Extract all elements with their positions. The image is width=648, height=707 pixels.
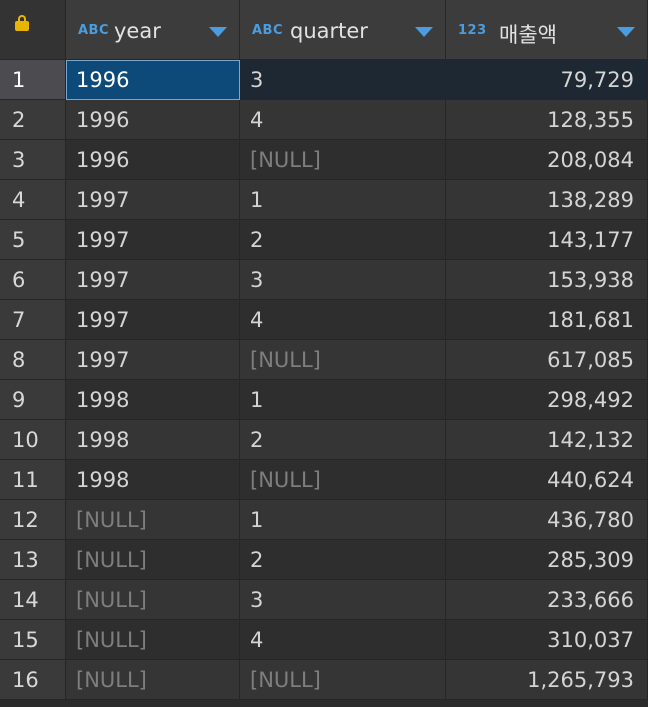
table-row[interactable]: 16 [NULL] [NULL] 1,265,793 [0,660,648,700]
result-grid: ABC year ABC quarter 123 매출액 1 1996 3 79,72… [0,0,648,707]
cell-sales[interactable]: 181,681 [446,300,648,340]
chevron-down-icon[interactable] [209,27,227,37]
cell-sales[interactable]: 153,938 [446,260,648,300]
row-number[interactable]: 14 [0,580,66,620]
cell-year[interactable]: [NULL] [66,620,240,660]
chevron-down-icon[interactable] [617,27,635,37]
cell-year[interactable]: 1996 [66,140,240,180]
number-type-icon: 123 [458,23,487,38]
column-label-sales: 매출액 [499,23,557,47]
grid-header: ABC year ABC quarter 123 매출액 [0,0,648,60]
cell-year[interactable]: 1997 [66,260,240,300]
row-number[interactable]: 16 [0,660,66,700]
cell-quarter[interactable]: 3 [240,580,446,620]
cell-year[interactable]: [NULL] [66,500,240,540]
table-row[interactable]: 5 1997 2 143,177 [0,220,648,260]
row-number[interactable]: 3 [0,140,66,180]
row-number[interactable]: 2 [0,100,66,140]
table-row[interactable]: 13 [NULL] 2 285,309 [0,540,648,580]
row-number[interactable]: 9 [0,380,66,420]
table-row[interactable]: 8 1997 [NULL] 617,085 [0,340,648,380]
cell-year[interactable]: 1997 [66,300,240,340]
cell-sales[interactable]: 138,289 [446,180,648,220]
cell-year[interactable]: 1998 [66,460,240,500]
table-row[interactable]: 3 1996 [NULL] 208,084 [0,140,648,180]
cell-sales[interactable]: 310,037 [446,620,648,660]
text-type-icon: ABC [252,23,284,38]
cell-sales[interactable]: 285,309 [446,540,648,580]
cell-quarter[interactable]: 1 [240,180,446,220]
cell-quarter[interactable]: 1 [240,380,446,420]
cell-year[interactable]: [NULL] [66,580,240,620]
cell-year[interactable]: 1996 [66,100,240,140]
cell-sales[interactable]: 143,177 [446,220,648,260]
table-row[interactable]: 7 1997 4 181,681 [0,300,648,340]
row-number[interactable]: 7 [0,300,66,340]
column-label-year: year [114,19,161,43]
cell-quarter[interactable]: [NULL] [240,340,446,380]
cell-sales[interactable]: 79,729 [446,60,648,100]
cell-quarter[interactable]: 2 [240,220,446,260]
table-row[interactable]: 2 1996 4 128,355 [0,100,648,140]
cell-sales[interactable]: 440,624 [446,460,648,500]
cell-quarter[interactable]: 4 [240,100,446,140]
row-number[interactable]: 12 [0,500,66,540]
row-number[interactable]: 15 [0,620,66,660]
row-number[interactable]: 6 [0,260,66,300]
cell-year[interactable]: 1997 [66,340,240,380]
select-all-corner[interactable] [0,0,66,60]
column-label-quarter: quarter [290,19,368,43]
row-number[interactable]: 13 [0,540,66,580]
cell-quarter[interactable]: 3 [240,60,446,100]
cell-sales[interactable]: 208,084 [446,140,648,180]
column-header-quarter[interactable]: ABC quarter [240,0,446,60]
row-number[interactable]: 1 [0,60,66,100]
cell-quarter[interactable]: [NULL] [240,660,446,700]
table-row[interactable]: 11 1998 [NULL] 440,624 [0,460,648,500]
cell-quarter[interactable]: 2 [240,540,446,580]
text-type-icon: ABC [78,23,110,38]
cell-sales[interactable]: 617,085 [446,340,648,380]
cell-quarter[interactable]: [NULL] [240,460,446,500]
chevron-down-icon[interactable] [415,27,433,37]
cell-year[interactable]: [NULL] [66,540,240,580]
cell-year[interactable]: 1998 [66,420,240,460]
cell-quarter[interactable]: 4 [240,300,446,340]
cell-year[interactable]: 1996 [66,60,240,100]
lock-icon [15,15,29,31]
cell-quarter[interactable]: 1 [240,500,446,540]
cell-sales[interactable]: 298,492 [446,380,648,420]
cell-sales[interactable]: 233,666 [446,580,648,620]
column-header-sales[interactable]: 123 매출액 [446,0,648,60]
cell-year[interactable]: 1997 [66,180,240,220]
table-row[interactable]: 6 1997 3 153,938 [0,260,648,300]
cell-sales[interactable]: 436,780 [446,500,648,540]
row-number[interactable]: 11 [0,460,66,500]
cell-sales[interactable]: 128,355 [446,100,648,140]
cell-year[interactable]: 1997 [66,220,240,260]
row-number[interactable]: 10 [0,420,66,460]
table-row[interactable]: 12 [NULL] 1 436,780 [0,500,648,540]
cell-sales[interactable]: 142,132 [446,420,648,460]
table-row[interactable]: 15 [NULL] 4 310,037 [0,620,648,660]
row-number[interactable]: 8 [0,340,66,380]
table-row[interactable]: 14 [NULL] 3 233,666 [0,580,648,620]
row-number[interactable]: 4 [0,180,66,220]
table-row[interactable]: 4 1997 1 138,289 [0,180,648,220]
cell-sales[interactable]: 1,265,793 [446,660,648,700]
cell-quarter[interactable]: 2 [240,420,446,460]
column-header-year[interactable]: ABC year [66,0,240,60]
grid-body: 1 1996 3 79,729 2 1996 4 128,355 3 1996 [NULL] 208,… [0,60,648,700]
cell-quarter[interactable]: 4 [240,620,446,660]
cell-quarter[interactable]: [NULL] [240,140,446,180]
table-row[interactable]: 9 1998 1 298,492 [0,380,648,420]
table-row[interactable]: 1 1996 3 79,729 [0,60,648,100]
cell-year[interactable]: [NULL] [66,660,240,700]
row-number[interactable]: 5 [0,220,66,260]
cell-year[interactable]: 1998 [66,380,240,420]
cell-quarter[interactable]: 3 [240,260,446,300]
table-row[interactable]: 10 1998 2 142,132 [0,420,648,460]
